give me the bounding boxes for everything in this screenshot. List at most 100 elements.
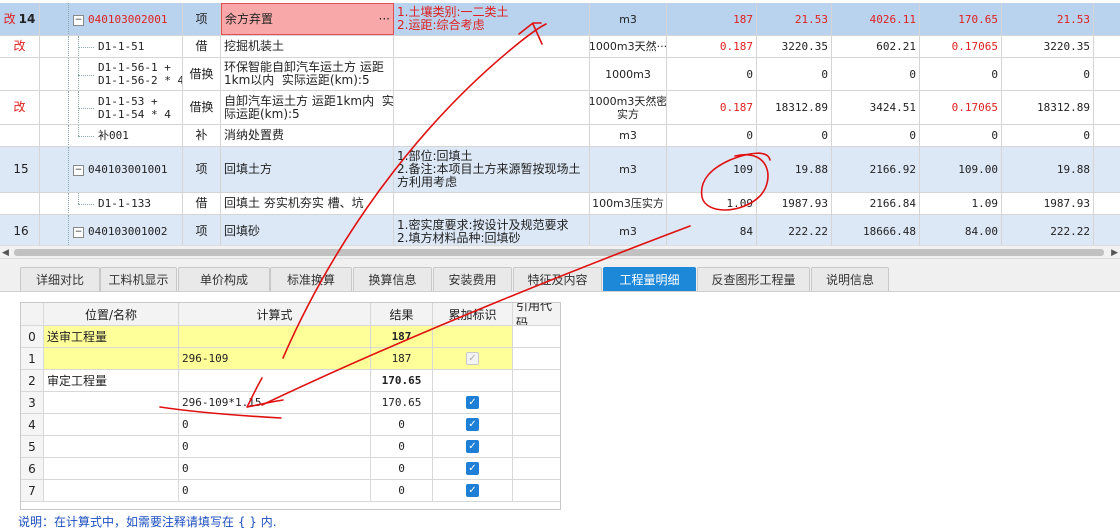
item-unit-cell[interactable]: m3 [590, 125, 667, 146]
item-price2-cell[interactable]: 21.53 [1002, 3, 1094, 35]
result-cell[interactable]: 0 [371, 414, 433, 435]
item-code-cell[interactable]: 040103002001− [40, 3, 183, 35]
accumulate-cell[interactable]: ✓ [433, 392, 513, 413]
item-type-cell[interactable]: 借换 [183, 91, 221, 124]
item-price-cell[interactable]: 0 [757, 58, 832, 90]
result-cell[interactable]: 187 [371, 348, 433, 369]
more-options-icon[interactable]: ··· [379, 12, 390, 26]
detail-row[interactable]: 5 0 0 ✓ [21, 436, 560, 458]
item-type-cell[interactable]: 项 [183, 215, 221, 245]
item-row[interactable]: D1-1-133 借 回填土 夯实机夯实 槽、坑 100m3压实方 1.09 1987.9… [0, 193, 1120, 215]
tab-6[interactable]: 特征及内容 [513, 267, 602, 291]
item-type-cell[interactable]: 补 [183, 125, 221, 146]
reference-code-cell[interactable] [513, 480, 560, 501]
accumulate-cell[interactable]: ✓ [433, 458, 513, 479]
position-name-cell[interactable] [44, 458, 179, 479]
collapse-toggle-icon[interactable]: − [73, 14, 84, 26]
item-code-cell[interactable]: D1-1-53 + D1-1-54 * 4 [40, 91, 183, 124]
item-price2-cell[interactable]: 3220.35 [1002, 36, 1094, 57]
item-price2-cell[interactable]: 222.22 [1002, 215, 1094, 245]
formula-cell[interactable]: 0 [179, 458, 371, 479]
detail-row[interactable]: 3 296-109*1.15 170.65 ✓ [21, 392, 560, 414]
item-unit-cell[interactable]: m3 [590, 147, 667, 192]
position-name-cell[interactable] [44, 480, 179, 501]
tab-2[interactable]: 单价构成 [178, 267, 270, 291]
formula-cell[interactable]: 296-109*1.15 [179, 392, 371, 413]
reference-code-cell[interactable] [513, 326, 560, 347]
item-row[interactable]: 补001 补 消纳处置费 m3 0 0 0 0 0 [0, 125, 1120, 147]
detail-row[interactable]: 1 296-109 187 ✓ [21, 348, 560, 370]
item-price-cell[interactable]: 222.22 [757, 215, 832, 245]
item-type-cell[interactable]: 借 [183, 36, 221, 57]
accumulate-checkbox[interactable]: ✓ [466, 418, 479, 431]
item-qty-cell[interactable]: 0 [667, 125, 757, 146]
item-name-cell[interactable]: 回填土方 [221, 147, 394, 192]
position-name-cell[interactable]: 审定工程量 [44, 370, 179, 391]
item-total-cell[interactable]: 0 [832, 125, 920, 146]
item-code-cell[interactable]: D1-1-133 [40, 193, 183, 214]
item-feature-cell[interactable] [394, 58, 590, 90]
item-unit-cell[interactable]: 1000m3天然密 实方 [590, 91, 667, 124]
result-cell[interactable]: 187 [371, 326, 433, 347]
item-price2-cell[interactable]: 18312.89 [1002, 91, 1094, 124]
item-unit-cell[interactable]: m3 [590, 215, 667, 245]
item-qty2-cell[interactable]: 170.65 [920, 3, 1002, 35]
item-qty-cell[interactable]: 84 [667, 215, 757, 245]
position-name-cell[interactable]: 送审工程量 [44, 326, 179, 347]
result-cell[interactable]: 170.65 [371, 392, 433, 413]
item-row[interactable]: 15 040103001001− 项 回填土方 1.部位:回填土 2.备注:本项目土方来… [0, 147, 1120, 193]
item-total-cell[interactable]: 2166.92 [832, 147, 920, 192]
item-unit-cell[interactable]: m3 [590, 3, 667, 35]
item-feature-cell[interactable] [394, 91, 590, 124]
item-qty2-cell[interactable]: 84.00 [920, 215, 1002, 245]
item-code-cell[interactable]: D1-1-56-1 + D1-1-56-2 * 4 [40, 58, 183, 90]
row-index-cell[interactable]: 15 [0, 147, 40, 192]
item-price2-cell[interactable]: 1987.93 [1002, 193, 1094, 214]
item-name-cell[interactable]: 挖掘机装土 [221, 36, 394, 57]
result-cell[interactable]: 0 [371, 436, 433, 457]
reference-code-cell[interactable] [513, 414, 560, 435]
position-name-cell[interactable] [44, 414, 179, 435]
item-type-cell[interactable]: 借换 [183, 58, 221, 90]
item-unit-cell[interactable]: 100m3压实方 [590, 193, 667, 214]
scroll-left-icon[interactable]: ◀ [2, 248, 9, 258]
position-name-cell[interactable] [44, 392, 179, 413]
row-index-cell[interactable] [0, 125, 40, 146]
formula-cell[interactable]: 296-109 [179, 348, 371, 369]
item-name-cell[interactable]: 消纳处置费 [221, 125, 394, 146]
item-row[interactable]: D1-1-56-1 + D1-1-56-2 * 4 借换环保智能自卸汽车运土方 运… [0, 58, 1120, 91]
result-cell[interactable]: 0 [371, 480, 433, 501]
item-total-cell[interactable]: 602.21 [832, 36, 920, 57]
item-price-cell[interactable]: 1987.93 [757, 193, 832, 214]
item-type-cell[interactable]: 借 [183, 193, 221, 214]
row-index-cell[interactable]: 改 14 [0, 3, 40, 35]
formula-cell[interactable]: 0 [179, 436, 371, 457]
accumulate-checkbox[interactable]: ✓ [466, 352, 479, 365]
item-name-cell[interactable]: 回填土 夯实机夯实 槽、坑 [221, 193, 394, 214]
position-name-cell[interactable] [44, 348, 179, 369]
tab-9[interactable]: 说明信息 [811, 267, 889, 291]
item-unit-cell[interactable]: 1000m3 [590, 58, 667, 90]
item-feature-cell[interactable] [394, 125, 590, 146]
accumulate-checkbox[interactable]: ✓ [466, 462, 479, 475]
accumulate-cell[interactable]: ✓ [433, 348, 513, 369]
item-qty2-cell[interactable]: 0.17065 [920, 36, 1002, 57]
collapse-toggle-icon[interactable]: − [73, 165, 84, 176]
row-index-cell[interactable] [0, 58, 40, 90]
accumulate-checkbox[interactable]: ✓ [466, 484, 479, 497]
item-code-cell[interactable]: 040103001002− [40, 215, 183, 245]
item-price2-cell[interactable]: 0 [1002, 125, 1094, 146]
reference-code-cell[interactable] [513, 348, 560, 369]
item-total-cell[interactable]: 4026.11 [832, 3, 920, 35]
reference-code-cell[interactable] [513, 436, 560, 457]
accumulate-cell[interactable]: ✓ [433, 436, 513, 457]
row-index-cell[interactable]: 16 [0, 215, 40, 245]
item-qty-cell[interactable]: 0.187 [667, 91, 757, 124]
item-price2-cell[interactable]: 19.88 [1002, 147, 1094, 192]
item-qty-cell[interactable]: 0.187 [667, 36, 757, 57]
reference-code-cell[interactable] [513, 392, 560, 413]
collapse-toggle-icon[interactable]: − [73, 227, 84, 238]
item-row[interactable]: 改 D1-1-51 借 挖掘机装土 1000m3天然··· 0.187 3220.35 602… [0, 36, 1120, 58]
reference-code-cell[interactable] [513, 458, 560, 479]
item-name-cell[interactable]: 环保智能自卸汽车运土方 运距 1km以内 实际运距(km):5 [221, 58, 394, 90]
